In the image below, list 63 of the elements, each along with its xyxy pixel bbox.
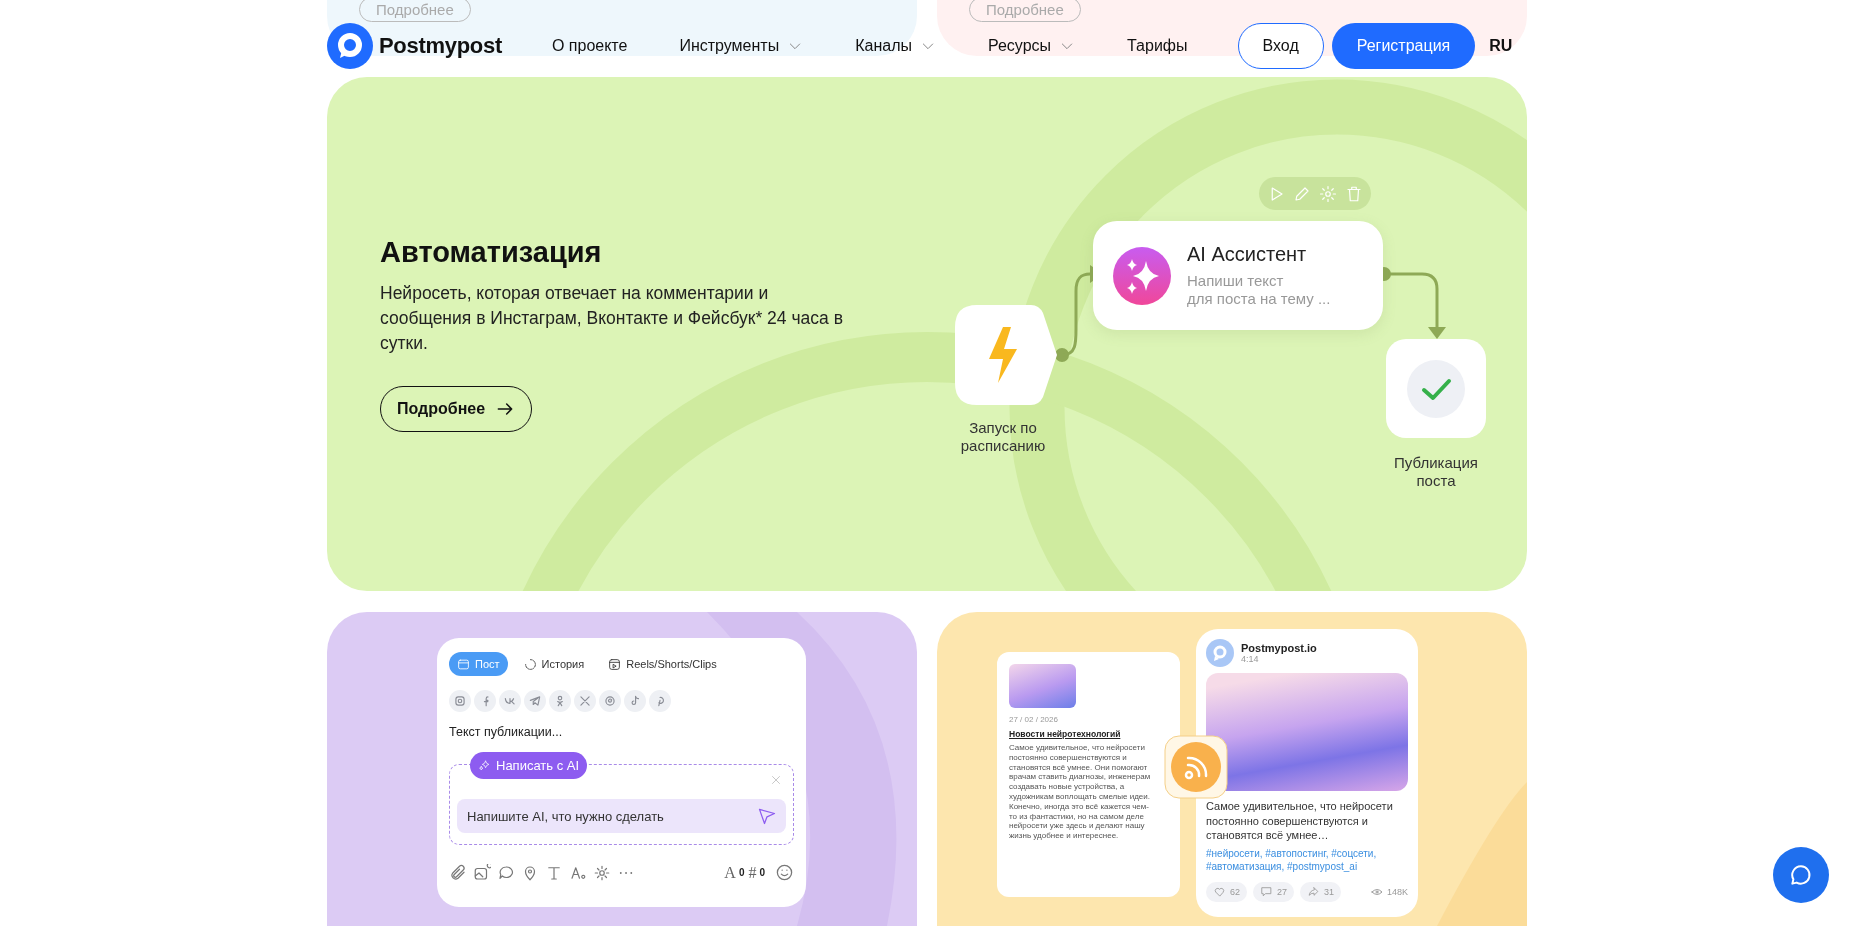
section-description: Нейросеть, которая отвечает на комментарии и сообщения в Инстаграм, Вконтакте и Фейсбук* 24 часа в сутки. (380, 282, 844, 355)
ai-prompt-field[interactable]: Напишите AI, что нужно сделать (457, 799, 786, 833)
settings-icon[interactable] (593, 863, 611, 882)
send-icon[interactable] (757, 806, 777, 826)
reels-icon (608, 657, 622, 671)
post-text: Самое удивительное, что нейросети постоянно совершенствуются и становятся всё умнее… (1206, 799, 1394, 843)
photo-placeholder (1009, 664, 1076, 708)
comment-icon (1260, 885, 1273, 898)
post-type-tab[interactable]: Reels/Shorts/Clips (600, 652, 725, 676)
node-description: Напиши текст для поста на тему ... (1187, 272, 1331, 308)
logo-text[interactable]: Postmypost (379, 33, 502, 59)
emoji-icon[interactable] (775, 863, 794, 882)
story-icon (523, 657, 537, 671)
counter-value: 0 (738, 867, 745, 878)
chat-button[interactable] (1773, 847, 1829, 903)
language-switch[interactable]: RU (1489, 37, 1513, 55)
article-date: 27 / 02 / 2026 (1009, 715, 1059, 724)
social-network-icon[interactable] (474, 690, 496, 712)
article-text: Самое удивительное, что нейросети постоянно совершенствуются и становятся всё умнее. Они помогают врачам ставить диагнозы, инженерам создавать новые устройства, а художникам воплощать смелые идеи. Конечно, иногда это всё кажется чем-то из фантастики, но на самом деле нейросети уже здесь и делают нашу жизнь удобнее и интереснее. (1009, 743, 1151, 841)
section-title: Автоматизация (380, 236, 603, 269)
counter-symbol: # (748, 863, 757, 882)
social-network-icon[interactable] (649, 690, 671, 712)
ai-write-button[interactable]: Написать с AI (470, 752, 588, 779)
nav-dropdown[interactable]: Каналы (855, 37, 936, 55)
share-icon (1307, 885, 1321, 898)
comment-icon[interactable] (497, 863, 515, 882)
nav-dropdown[interactable]: Ресурсы (987, 37, 1076, 55)
counter-value: 0 (759, 867, 765, 878)
close-icon[interactable] (769, 773, 783, 787)
social-network-icon[interactable] (624, 690, 646, 712)
counter-symbol: A (724, 863, 736, 882)
post-type-tab[interactable]: История (515, 652, 593, 676)
post-author: Postmypost.io (1241, 642, 1317, 654)
attachment-icon[interactable] (449, 863, 467, 882)
ai-assistant-node[interactable]: AI Ассистент Напиши текст для поста на тему ... (1093, 221, 1383, 330)
social-network-icon[interactable] (574, 690, 596, 712)
view-count: 148K (1386, 886, 1408, 897)
sparkle-icon (1113, 246, 1171, 305)
social-network-icon[interactable] (524, 690, 546, 712)
trigger-node[interactable] (955, 305, 1058, 405)
post-hashtags: #нейросети, #автопостинг, #соцсети, #автоматизация, #postmypost_ai (1206, 846, 1378, 874)
node-title: AI Ассистент (1187, 243, 1308, 266)
social-network-icon[interactable] (499, 690, 521, 712)
social-network-icon[interactable] (599, 690, 621, 712)
post-time: 4:14 (1241, 654, 1260, 664)
sparkle-icon (478, 759, 491, 772)
social-network-icon[interactable] (449, 690, 471, 712)
node-label: Публикация поста (1393, 454, 1479, 490)
node-label: Запуск по расписанию (959, 419, 1047, 455)
login-button[interactable]: Вход (1237, 23, 1324, 69)
logo-icon[interactable] (327, 23, 373, 69)
like-icon (1213, 885, 1226, 898)
avatar-icon (1206, 639, 1234, 667)
nav-dropdown[interactable]: Инструменты (679, 37, 804, 55)
check-icon (1407, 359, 1465, 418)
post-icon (457, 657, 470, 671)
social-network-icon[interactable] (549, 690, 571, 712)
nav-link[interactable]: Тарифы (1127, 37, 1188, 55)
register-button[interactable]: Регистрация (1331, 23, 1476, 69)
publish-node[interactable] (1386, 339, 1486, 438)
article-title: Новости нейротехнологий (1009, 729, 1122, 739)
nav-link[interactable]: О проекте (551, 37, 628, 55)
image-icon[interactable] (473, 863, 491, 882)
